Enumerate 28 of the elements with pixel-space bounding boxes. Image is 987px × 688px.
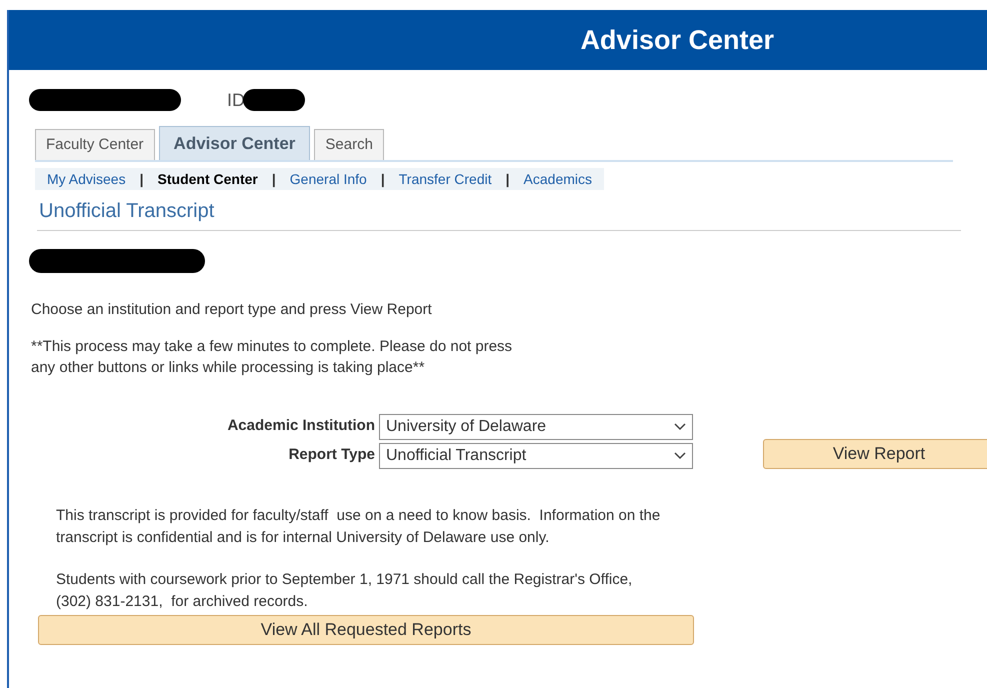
id-label: ID bbox=[227, 88, 245, 112]
notice-text: This transcript is provided for faculty/staff use on a need to know basis. Information on the transcript is confidential and is for internal University of Delaware use only. bbox=[56, 506, 662, 548]
separator: | bbox=[140, 170, 144, 190]
tab[interactable]: Faculty Center bbox=[35, 129, 155, 160]
subnav-link[interactable]: Transfer Credit bbox=[392, 168, 498, 190]
subnav-link[interactable]: Student Center bbox=[152, 168, 264, 190]
page-header-title: Advisor Center bbox=[580, 24, 774, 57]
separator: | bbox=[506, 170, 510, 190]
subnav-link[interactable]: My Advisees bbox=[41, 168, 132, 190]
archive-note-text: Students with coursework prior to September 1, 1971 should call the Registrar's Office, (302) 831-2131, for archived records. bbox=[56, 570, 634, 612]
dropdown[interactable]: Unofficial Transcript bbox=[379, 442, 693, 468]
redaction-mark bbox=[243, 89, 305, 111]
view-report-button[interactable]: View Report bbox=[763, 438, 987, 468]
separator: | bbox=[380, 170, 385, 190]
chevron-down-icon bbox=[674, 452, 686, 460]
instructions-text: Choose an institution and report type and press View Report bbox=[31, 300, 433, 320]
dropdown[interactable]: University of Delaware bbox=[379, 414, 693, 440]
section-title: Unofficial Transcript bbox=[38, 200, 216, 222]
view-all-reports-button[interactable]: View All Requested Reports bbox=[38, 614, 694, 644]
separator: | bbox=[272, 170, 276, 190]
subnav-link[interactable]: General Info bbox=[284, 168, 373, 190]
tab[interactable]: Advisor Center bbox=[158, 126, 310, 160]
chevron-down-icon bbox=[674, 422, 686, 430]
subnav-link[interactable]: Academics bbox=[518, 168, 598, 190]
warning-text: **This process may take a few minutes to complete. Please do not press any other buttons or links while processing is taking place** bbox=[31, 336, 514, 378]
field-label: Report Type bbox=[288, 445, 375, 466]
tab[interactable]: Search bbox=[314, 129, 384, 160]
field-label: Academic Institution bbox=[226, 416, 375, 436]
